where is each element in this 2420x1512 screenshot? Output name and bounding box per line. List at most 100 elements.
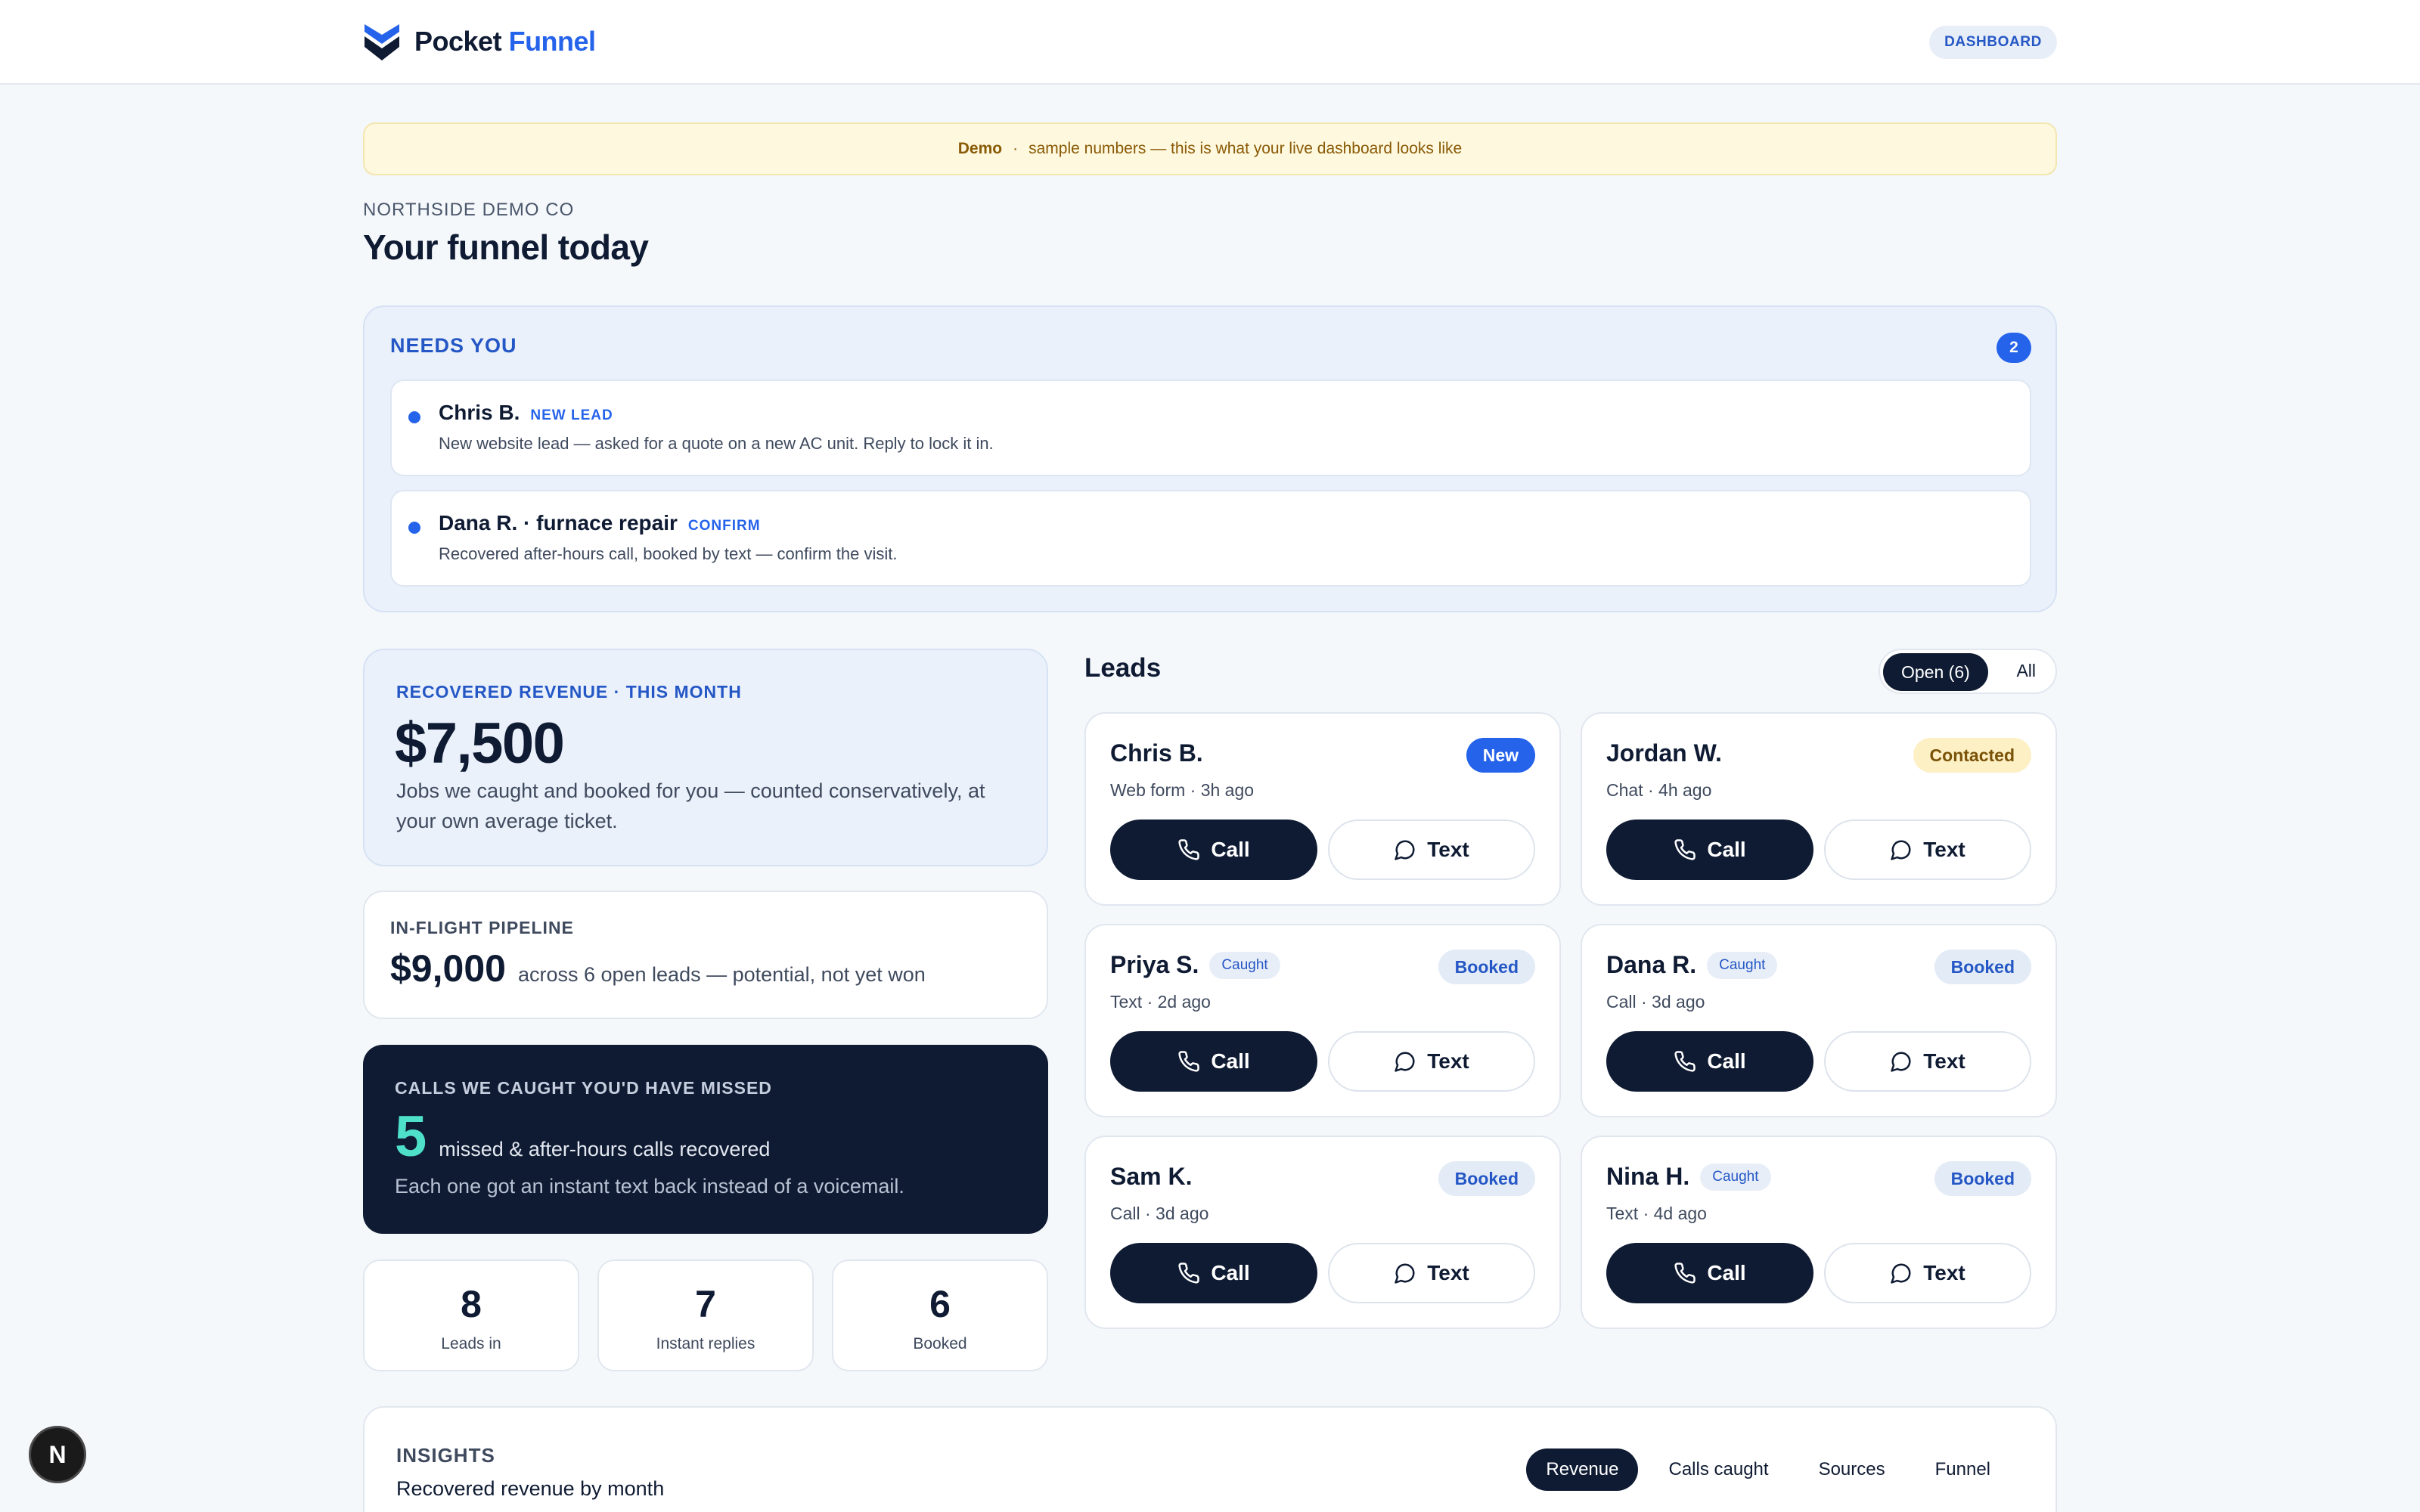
tab-funnel[interactable]: Funnel (1916, 1448, 2010, 1491)
lead-card[interactable]: Jordan W. Chat · 4h ago Contacted Call T… (1581, 712, 2057, 906)
leads-filter-open[interactable]: Open (6) (1883, 653, 1988, 691)
demo-banner-message: sample numbers — this is what your live … (1028, 140, 1463, 157)
pipeline-row: $9,000 across 6 open leads — potential, … (390, 947, 926, 990)
calls-caught-subtext: Each one got an instant text back instea… (395, 1175, 904, 1198)
needs-you-item[interactable]: Chris B. NEW LEAD New website lead — aske… (390, 380, 2031, 476)
text-button-label: Text (1923, 1261, 1965, 1284)
call-button[interactable]: Call (1110, 1031, 1317, 1092)
tab-calls-caught[interactable]: Calls caught (1649, 1448, 1788, 1491)
lead-name-row: Jordan W. (1606, 739, 1722, 767)
tab-revenue[interactable]: Revenue (1526, 1448, 1639, 1491)
chat-bubble-icon (1395, 1052, 1415, 1072)
recovered-revenue-amount: $7,500 (395, 711, 565, 776)
call-button-label: Call (1707, 1261, 1746, 1284)
lead-name: Jordan W. (1606, 739, 1722, 767)
lead-status-badge: New (1466, 738, 1535, 773)
pipeline-card: IN-FLIGHT PIPELINE $9,000 across 6 open … (363, 891, 1048, 1019)
lead-name-row: Dana R. Caught (1606, 951, 1778, 979)
needs-you-item-desc: New website lead — asked for a quote on … (439, 434, 994, 453)
call-button[interactable]: Call (1606, 1243, 1813, 1303)
lead-card[interactable]: Dana R. Caught Call · 3d ago Booked Call … (1581, 924, 2057, 1117)
call-button-label: Call (1211, 838, 1250, 861)
needs-you-item-name: Dana R. · furnace repair (439, 511, 678, 534)
pipeline-label: IN-FLIGHT PIPELINE (390, 918, 574, 937)
stat-label: Instant replies (656, 1335, 755, 1352)
text-button-label: Text (1427, 1049, 1469, 1073)
page-title: Your funnel today (363, 228, 649, 267)
lead-status-badge: Booked (1934, 950, 2031, 984)
stat-label: Leads in (441, 1335, 501, 1352)
call-button[interactable]: Call (1110, 1243, 1317, 1303)
lead-name: Nina H. (1606, 1163, 1690, 1190)
lead-status-badge: Booked (1438, 1161, 1535, 1196)
recovered-revenue-card: RECOVERED REVENUE · THIS MONTH $7,500 Jo… (363, 649, 1048, 866)
phone-icon (1674, 1263, 1696, 1284)
stat-label: Booked (913, 1335, 967, 1352)
text-button[interactable]: Text (1824, 1031, 2031, 1092)
insights-tabs: Revenue Calls caught Sources Funnel (1526, 1448, 2010, 1491)
lead-name: Sam K. (1110, 1163, 1193, 1190)
phone-icon (1674, 1051, 1696, 1072)
recovered-revenue-desc: Jobs we caught and booked for you — coun… (396, 779, 985, 832)
call-button[interactable]: Call (1606, 820, 1813, 880)
lead-card[interactable]: Nina H. Caught Text · 4d ago Booked Call … (1581, 1136, 2057, 1329)
call-button-label: Call (1211, 1049, 1250, 1073)
lead-meta: Web form · 3h ago (1110, 780, 1255, 800)
calls-caught-card: CALLS WE CAUGHT YOU'D HAVE MISSED 5 miss… (363, 1045, 1048, 1234)
lead-name: Dana R. (1606, 951, 1697, 978)
chat-bubble-icon (1891, 1052, 1911, 1072)
needs-you-item-title: Chris B. NEW LEAD (439, 401, 613, 425)
text-button[interactable]: Text (1824, 1243, 2031, 1303)
top-bar: Pocket Funnel DASHBOARD (0, 0, 2420, 85)
needs-you-item-name: Chris B. (439, 401, 520, 424)
lead-status-badge: Contacted (1913, 738, 2031, 773)
calls-caught-desc: missed & after-hours calls recovered (439, 1138, 771, 1160)
text-button-label: Text (1923, 838, 1965, 861)
text-button[interactable]: Text (1328, 820, 1535, 880)
lead-card[interactable]: Chris B. Web form · 3h ago New Call Text (1084, 712, 1561, 906)
lead-card[interactable]: Sam K. Call · 3d ago Booked Call Text (1084, 1136, 1561, 1329)
needs-you-item[interactable]: Dana R. · furnace repair CONFIRM Recovere… (390, 490, 2031, 587)
phone-icon (1178, 1263, 1200, 1284)
text-button-label: Text (1427, 838, 1469, 861)
dev-tools-badge[interactable]: N (29, 1426, 86, 1483)
demo-banner-separator: · (1013, 140, 1019, 157)
lead-meta: Chat · 4h ago (1606, 780, 1712, 800)
pipeline-desc: across 6 open leads — potential, not yet… (517, 963, 926, 986)
phone-icon (1178, 1051, 1200, 1072)
text-button[interactable]: Text (1824, 820, 2031, 880)
lead-card[interactable]: Priya S. Caught Text · 2d ago Booked Call… (1084, 924, 1561, 1117)
leads-filter-all[interactable]: All (2016, 661, 2036, 681)
calls-caught-label: CALLS WE CAUGHT YOU'D HAVE MISSED (395, 1078, 772, 1098)
lead-name-row: Sam K. (1110, 1163, 1192, 1191)
stat-leads-in: 8 Leads in (363, 1259, 579, 1371)
lead-name-row: Chris B. (1110, 739, 1203, 767)
tab-sources[interactable]: Sources (1799, 1448, 1905, 1491)
call-button[interactable]: Call (1606, 1031, 1813, 1092)
chat-bubble-icon (1891, 840, 1911, 860)
brand-name: Pocket Funnel (414, 26, 596, 57)
dashboard-pill[interactable]: DASHBOARD (1929, 26, 2057, 59)
unread-dot-icon (408, 411, 420, 423)
text-button[interactable]: Text (1328, 1031, 1535, 1092)
stat-value: 8 (461, 1283, 482, 1325)
calls-caught-row: 5 missed & after-hours calls recovered (395, 1104, 770, 1170)
call-button[interactable]: Call (1110, 820, 1317, 880)
lead-meta: Text · 2d ago (1110, 992, 1211, 1012)
leads-filter-toggle: Open (6) All (1879, 649, 2057, 694)
stat-booked: 6 Booked (832, 1259, 1048, 1371)
brand-logo[interactable]: Pocket Funnel (363, 21, 596, 62)
chat-bubble-icon (1395, 1263, 1415, 1284)
demo-banner: Demo · sample numbers — this is what you… (363, 122, 2057, 175)
brand-name-part2: Funnel (508, 26, 596, 57)
text-button-label: Text (1923, 1049, 1965, 1073)
lead-status-badge: Booked (1934, 1161, 2031, 1196)
lead-name: Priya S. (1110, 951, 1199, 978)
text-button[interactable]: Text (1328, 1243, 1535, 1303)
insights-panel: INSIGHTS Recovered revenue by month Reve… (363, 1406, 2057, 1512)
needs-you-title: NEEDS YOU (390, 334, 517, 357)
call-button-label: Call (1707, 838, 1746, 861)
needs-you-item-tag: NEW LEAD (530, 407, 613, 423)
needs-you-count-badge: 2 (1996, 333, 2031, 363)
leads-title: Leads (1084, 653, 1162, 683)
